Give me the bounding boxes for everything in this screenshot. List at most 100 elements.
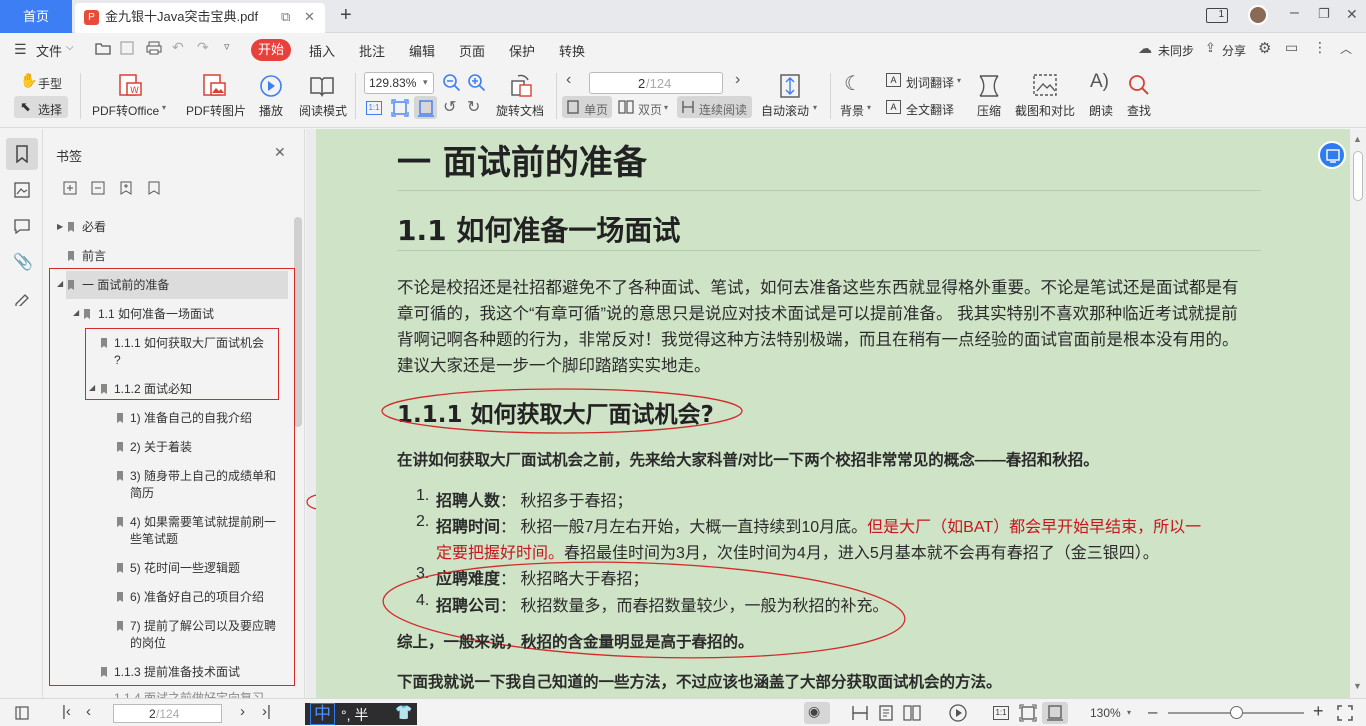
- menu-page[interactable]: 页面: [459, 41, 485, 60]
- menu-convert[interactable]: 转换: [559, 41, 585, 60]
- menu-start[interactable]: 开始: [251, 39, 291, 61]
- floating-assistant-button[interactable]: [1318, 141, 1346, 169]
- single-view-icon[interactable]: [878, 705, 894, 721]
- full-translate-button[interactable]: 全文翻译: [906, 101, 954, 118]
- compress-button[interactable]: 压缩: [977, 102, 1001, 119]
- menu-annotate[interactable]: 批注: [359, 41, 385, 60]
- screenshot-compare-button[interactable]: 截图和对比: [1015, 102, 1075, 119]
- chevron-down-icon[interactable]: ▾: [957, 76, 961, 85]
- chevron-down-icon[interactable]: ▾: [867, 103, 871, 112]
- collapse-bookmark-icon[interactable]: [148, 181, 160, 195]
- print-icon[interactable]: [146, 41, 162, 55]
- window-count-badge[interactable]: 1: [1206, 8, 1228, 23]
- more-chevron-icon[interactable]: ▿: [224, 40, 230, 53]
- save-icon[interactable]: [120, 41, 134, 55]
- last-page-icon[interactable]: ›|: [262, 703, 271, 720]
- zoom-in-icon[interactable]: [467, 73, 487, 93]
- pdf-to-office-button[interactable]: PDF转Office: [92, 102, 159, 119]
- collapse-ribbon-icon[interactable]: ︿: [1340, 40, 1352, 57]
- double-view-icon[interactable]: [903, 705, 921, 721]
- background-button[interactable]: 背景: [840, 102, 864, 119]
- page-number-input[interactable]: 2 /124: [589, 72, 723, 94]
- continuous-read-button[interactable]: 连续阅读: [699, 101, 747, 118]
- ime-skin-icon[interactable]: 👕: [395, 704, 412, 721]
- play-icon[interactable]: [949, 704, 967, 722]
- actual-size-icon[interactable]: 1:1: [993, 706, 1009, 720]
- expand-arrow-icon[interactable]: ▶: [57, 222, 63, 231]
- prev-page-icon[interactable]: ‹: [86, 703, 91, 720]
- zoom-level[interactable]: 130%: [1090, 706, 1121, 720]
- menu-protect[interactable]: 保护: [509, 41, 535, 60]
- ime-toolbar[interactable]: 中 °, 半 👕: [305, 703, 417, 725]
- bookmark-item[interactable]: 前言: [82, 248, 106, 265]
- ime-mode[interactable]: 中: [310, 703, 335, 725]
- add-bookmark-icon[interactable]: [63, 181, 77, 195]
- continuous-view-icon[interactable]: [851, 705, 869, 721]
- chevron-down-icon[interactable]: ▾: [813, 103, 817, 112]
- expand-bookmark-icon[interactable]: [120, 181, 132, 195]
- scroll-up-icon[interactable]: ▲: [1353, 134, 1362, 144]
- status-page-input[interactable]: 2 /124: [113, 704, 222, 723]
- hamburger-icon[interactable]: ☰: [14, 41, 27, 58]
- prev-page-icon[interactable]: ‹: [566, 71, 571, 89]
- undo-icon[interactable]: ↶: [172, 39, 184, 56]
- fit-page-icon[interactable]: [391, 99, 409, 117]
- scrollbar-thumb[interactable]: [1353, 151, 1363, 201]
- chevron-down-icon[interactable]: ▾: [664, 103, 668, 112]
- chevron-down-icon[interactable]: ⌵: [66, 42, 74, 53]
- pdf-to-image-button[interactable]: PDF转图片: [186, 102, 246, 119]
- redo-icon[interactable]: ↷: [197, 39, 209, 56]
- signature-icon[interactable]: [14, 290, 30, 306]
- zoom-out-icon[interactable]: [442, 73, 462, 93]
- more-vert-icon[interactable]: ⋮: [1313, 39, 1327, 56]
- minimize-icon[interactable]: –: [1290, 4, 1299, 22]
- rotate-left-icon[interactable]: ↺: [443, 97, 456, 117]
- share-button[interactable]: 分享: [1222, 42, 1246, 59]
- read-mode-button[interactable]: 阅读模式: [299, 102, 347, 119]
- annotation-list-icon[interactable]: [14, 219, 30, 234]
- menu-edit[interactable]: 编辑: [409, 41, 435, 60]
- next-page-icon[interactable]: ›: [240, 703, 245, 720]
- avatar[interactable]: [1248, 5, 1268, 25]
- open-folder-icon[interactable]: [95, 41, 111, 55]
- zoom-slider-thumb[interactable]: [1230, 706, 1243, 719]
- bookmark-scrollbar-thumb[interactable]: [294, 217, 302, 427]
- find-button[interactable]: 查找: [1127, 102, 1151, 119]
- close-panel-icon[interactable]: ✕: [274, 144, 286, 161]
- comment-icon[interactable]: ▭: [1285, 39, 1298, 56]
- sync-status[interactable]: 未同步: [1158, 42, 1194, 59]
- vertical-scrollbar[interactable]: ▲ ▼: [1350, 129, 1366, 698]
- chevron-down-icon[interactable]: ▾: [162, 103, 166, 112]
- restore-icon[interactable]: ❐: [1318, 6, 1330, 22]
- attachment-icon[interactable]: 📎: [13, 252, 33, 272]
- fullscreen-icon[interactable]: [1337, 705, 1353, 721]
- close-window-icon[interactable]: ✕: [1346, 6, 1358, 23]
- rotate-right-icon[interactable]: ↻: [467, 97, 480, 117]
- home-tab[interactable]: 首页: [0, 0, 72, 33]
- first-page-icon[interactable]: |‹: [62, 703, 71, 720]
- cloud-icon[interactable]: ☁: [1138, 40, 1152, 57]
- select-tool[interactable]: 选择: [38, 101, 62, 118]
- next-page-icon[interactable]: ›: [735, 71, 740, 89]
- document-tab[interactable]: P 金九银十Java突击宝典.pdf ⧉ ✕: [75, 3, 325, 33]
- word-translate-button[interactable]: 划词翻译: [906, 74, 954, 91]
- play-button[interactable]: 播放: [259, 102, 283, 119]
- hand-tool[interactable]: 手型: [38, 75, 62, 92]
- settings-gear-icon[interactable]: ⚙: [1258, 39, 1271, 57]
- toggle-sidebar-icon[interactable]: [15, 706, 29, 720]
- thumbnail-icon[interactable]: [14, 182, 30, 198]
- chevron-down-icon[interactable]: ▾: [1127, 708, 1131, 717]
- rotate-document-button[interactable]: 旋转文档: [496, 102, 544, 119]
- new-tab-icon[interactable]: +: [340, 4, 352, 27]
- zoom-select[interactable]: 129.83% ▾: [364, 72, 434, 94]
- close-tab-icon[interactable]: ✕: [304, 3, 315, 31]
- share-icon[interactable]: ⇪: [1205, 40, 1216, 56]
- zoom-out-icon[interactable]: –: [1148, 702, 1157, 722]
- actual-size-icon[interactable]: 1:1: [366, 101, 382, 115]
- double-page-button[interactable]: 双页: [638, 101, 662, 118]
- scroll-down-icon[interactable]: ▼: [1353, 681, 1362, 691]
- read-aloud-button[interactable]: 朗读: [1089, 102, 1113, 119]
- ime-extra[interactable]: °, 半: [341, 705, 368, 725]
- auto-scroll-button[interactable]: 自动滚动: [761, 102, 809, 119]
- single-page-button[interactable]: 单页: [584, 101, 608, 118]
